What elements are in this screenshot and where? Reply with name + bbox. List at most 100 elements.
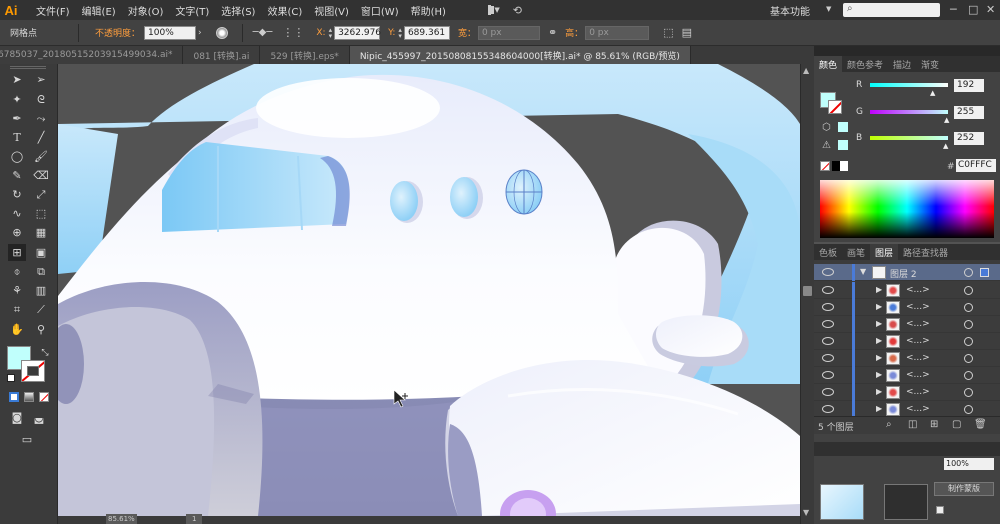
- swap-colors-icon[interactable]: ⤡: [36, 344, 54, 361]
- sublayer-name[interactable]: <...>: [906, 319, 930, 329]
- sublayer-name[interactable]: <...>: [906, 353, 930, 363]
- pen-tool-icon[interactable]: ✒: [8, 110, 26, 127]
- expand-triangle-icon[interactable]: ▶: [876, 370, 882, 379]
- green-value[interactable]: 255: [954, 105, 984, 119]
- line-tool-icon[interactable]: ╱: [32, 129, 50, 146]
- tab-gradient[interactable]: 渐变: [916, 58, 944, 71]
- shape-builder-tool-icon[interactable]: ⊕: [8, 224, 26, 241]
- scroll-thumb[interactable]: [803, 286, 812, 296]
- y-field[interactable]: 689.361: [403, 25, 450, 40]
- width-field[interactable]: 0 px: [477, 25, 540, 40]
- menu-item[interactable]: 文件(F): [30, 3, 76, 18]
- target-icon[interactable]: [964, 268, 973, 277]
- sublayer-row[interactable]: ▶ <...>: [814, 367, 1000, 384]
- stroke-swatch[interactable]: [21, 360, 45, 382]
- eye-icon[interactable]: [822, 405, 834, 413]
- x-field[interactable]: 3262.976: [334, 25, 381, 40]
- layer-row-top[interactable]: ▼ 图层 2: [814, 264, 1000, 281]
- sublayer-name[interactable]: <...>: [906, 370, 930, 380]
- make-mask-button[interactable]: 制作蒙版: [934, 482, 994, 496]
- expand-triangle-icon[interactable]: ▶: [876, 404, 882, 413]
- sublayer-name[interactable]: <...>: [906, 387, 930, 397]
- tab-document-3[interactable]: 529 [转换].eps*: [260, 46, 350, 64]
- eye-icon[interactable]: [822, 337, 834, 345]
- sublayer-row[interactable]: ▶ <...>: [814, 384, 1000, 401]
- symbol-sprayer-tool-icon[interactable]: ⚘: [8, 282, 26, 299]
- menu-item[interactable]: 效果(C): [261, 3, 308, 18]
- gradient-tool-icon[interactable]: ▣: [32, 244, 50, 261]
- target-icon[interactable]: [964, 303, 973, 312]
- slice-tool-icon[interactable]: ⟋: [32, 301, 50, 318]
- draw-mode-icon[interactable]: ◙: [8, 409, 26, 426]
- rotate-tool-icon[interactable]: ↻: [8, 186, 26, 203]
- white-color-button[interactable]: [840, 161, 848, 171]
- none-color-button[interactable]: [820, 161, 830, 171]
- menu-item[interactable]: 文字(T): [169, 3, 215, 18]
- delete-layer-icon[interactable]: 🗑: [974, 419, 987, 430]
- transform-reference-icon[interactable]: ⋮⋮: [282, 26, 304, 39]
- out-of-web-swatch[interactable]: [838, 122, 848, 132]
- direct-selection-tool-icon[interactable]: ➢: [32, 71, 50, 88]
- menu-item[interactable]: 对象(O): [122, 3, 170, 18]
- tab-swatches[interactable]: 色板: [814, 246, 842, 259]
- invert-mask-checkbox[interactable]: [936, 506, 944, 514]
- sublayer-row[interactable]: ▶ <...>: [814, 350, 1000, 367]
- sublayer-row[interactable]: ▶ <...>: [814, 299, 1000, 316]
- artboard-canvas[interactable]: [58, 64, 800, 516]
- menu-item[interactable]: 选择(S): [215, 3, 261, 18]
- ellipse-tool-icon[interactable]: ◯: [8, 148, 26, 165]
- free-transform-tool-icon[interactable]: ⬚: [32, 205, 50, 222]
- draw-behind-icon[interactable]: ◛: [30, 409, 48, 426]
- menu-item[interactable]: 视图(V): [308, 3, 355, 18]
- tab-document-active[interactable]: Nipic_455997_20150808155348604000[转换].ai…: [349, 46, 691, 64]
- search-input[interactable]: [843, 3, 940, 17]
- mask-thumbnail[interactable]: [820, 484, 864, 520]
- new-layer-icon[interactable]: ▢: [952, 419, 961, 430]
- workspace-switcher[interactable]: ▼ ⟲: [488, 2, 522, 18]
- black-color-button[interactable]: [832, 161, 840, 171]
- mesh-tool-icon[interactable]: ⊞: [8, 244, 26, 261]
- layer-name[interactable]: 图层 2: [890, 267, 917, 280]
- align-icon[interactable]: ▤: [682, 26, 692, 39]
- new-sublayer-icon[interactable]: ⊞: [930, 419, 938, 430]
- maximize-button[interactable]: □: [968, 3, 978, 16]
- eye-icon[interactable]: [822, 268, 834, 276]
- eraser-tool-icon[interactable]: ⌫: [32, 167, 50, 184]
- make-clipping-mask-icon[interactable]: ◫: [908, 419, 917, 430]
- target-icon[interactable]: [964, 320, 973, 329]
- stepper-icon[interactable]: ▴ ▾: [398, 26, 402, 39]
- tab-color[interactable]: 颜色: [814, 56, 843, 72]
- blend-tool-icon[interactable]: ⧉: [32, 263, 50, 280]
- tab-document-1[interactable]: 6785037_20180515203915499034.ai*: [0, 46, 184, 64]
- sublayer-name[interactable]: <...>: [906, 404, 930, 414]
- minimize-button[interactable]: ─: [950, 3, 957, 16]
- tab-layers[interactable]: 图层: [870, 244, 899, 260]
- sublayer-name[interactable]: <...>: [906, 285, 930, 295]
- stepper-icon[interactable]: ▴ ▾: [329, 26, 333, 39]
- color-spectrum[interactable]: [820, 180, 994, 238]
- expand-triangle-icon[interactable]: ▶: [876, 285, 882, 294]
- vertical-scrollbar[interactable]: ▲ ▼: [800, 64, 814, 524]
- menu-item[interactable]: 窗口(W): [355, 3, 405, 18]
- eye-icon[interactable]: [822, 303, 834, 311]
- tab-pathfinder[interactable]: 路径查找器: [898, 246, 953, 259]
- menu-item[interactable]: 编辑(E): [76, 3, 122, 18]
- height-field[interactable]: 0 px: [585, 25, 650, 40]
- close-button[interactable]: ✕: [986, 3, 995, 16]
- eye-icon[interactable]: [822, 354, 834, 362]
- zoom-field[interactable]: 85.61%: [106, 514, 137, 524]
- curvature-tool-icon[interactable]: ⤳: [32, 110, 50, 127]
- red-slider-thumb[interactable]: ▲: [930, 89, 935, 97]
- target-icon[interactable]: [964, 337, 973, 346]
- hand-tool-icon[interactable]: ✋: [8, 321, 26, 338]
- green-slider[interactable]: [870, 110, 948, 114]
- anchor-convert-icon[interactable]: ─◆─: [253, 27, 273, 38]
- out-of-gamut-swatch[interactable]: [838, 140, 848, 150]
- gradient-mode-button[interactable]: [24, 392, 34, 402]
- locate-object-icon[interactable]: ⌕: [886, 419, 892, 430]
- eye-icon[interactable]: [822, 286, 834, 294]
- scroll-up-icon[interactable]: ▲: [803, 66, 809, 75]
- expand-triangle-icon[interactable]: ▶: [876, 302, 882, 311]
- tab-stroke[interactable]: 描边: [888, 58, 916, 71]
- pencil-tool-icon[interactable]: ✎: [8, 167, 26, 184]
